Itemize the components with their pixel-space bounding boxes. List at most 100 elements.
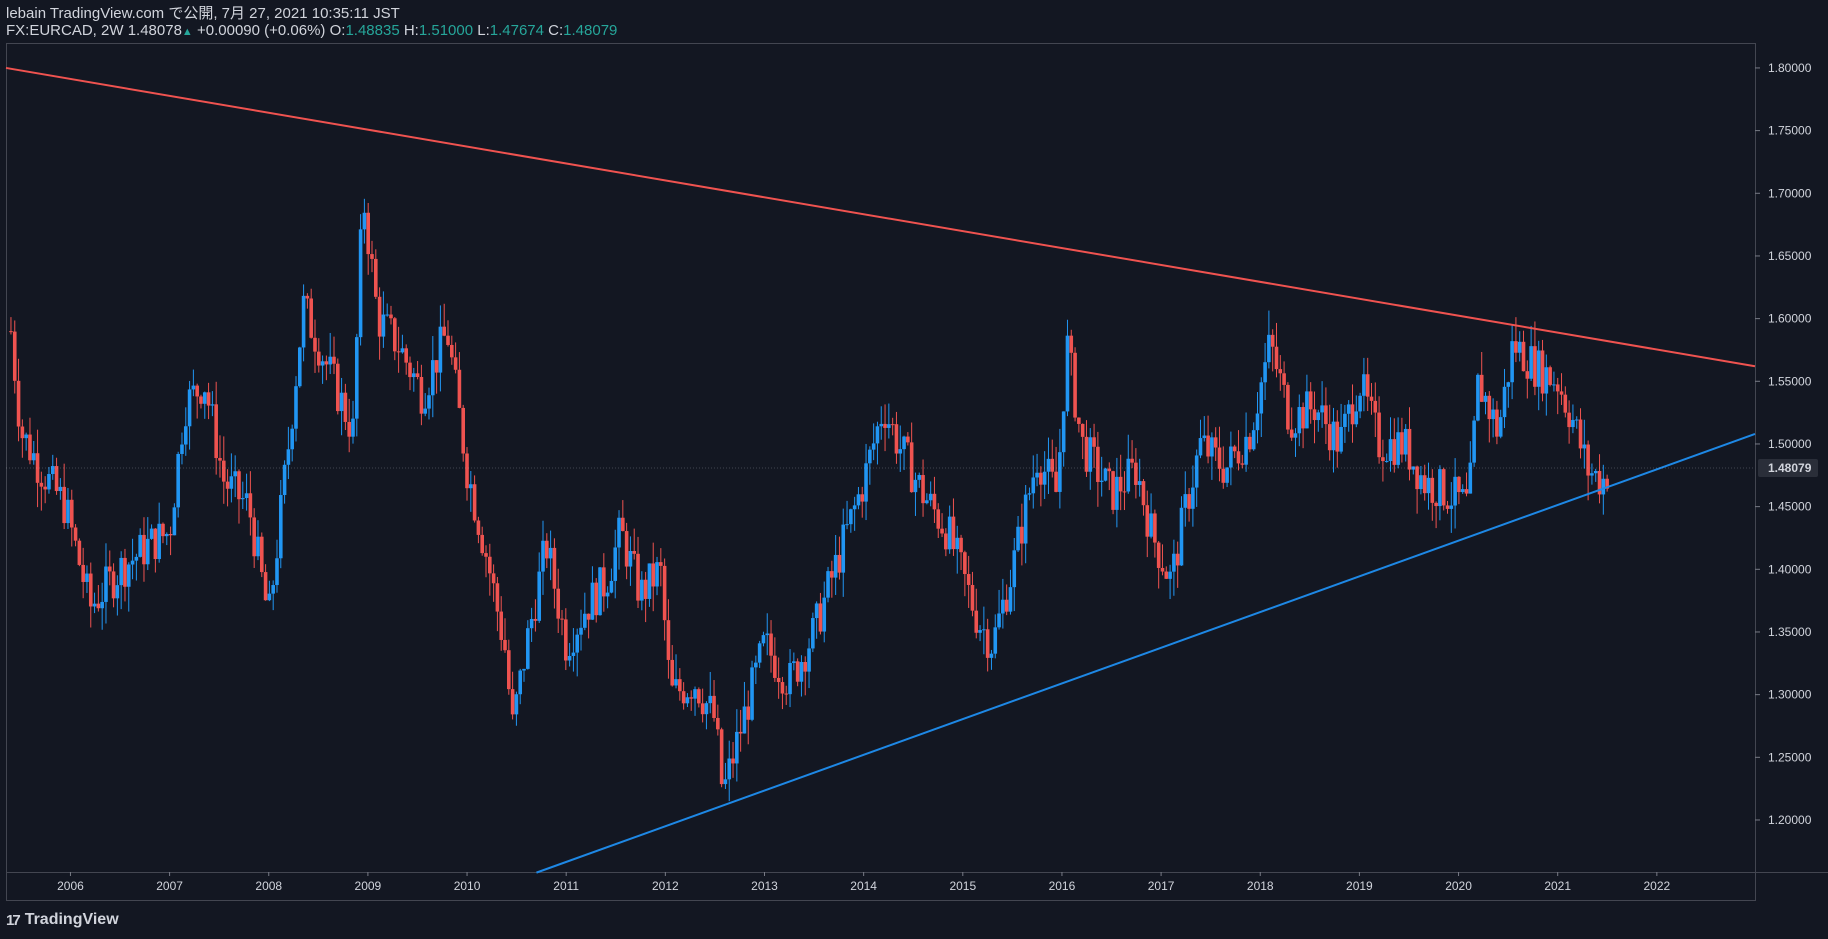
candle-body: [446, 335, 450, 345]
candle-body: [784, 693, 789, 695]
candle-body: [970, 584, 975, 611]
candle-body: [1582, 444, 1587, 449]
candle-body: [503, 639, 507, 651]
candle-body: [624, 531, 629, 567]
candle-body: [814, 603, 819, 619]
year-tick-label: 2012: [652, 879, 679, 893]
candle-body: [157, 523, 161, 560]
candle-body: [1061, 411, 1066, 453]
candle-body: [100, 601, 104, 609]
candle-body: [951, 516, 956, 550]
candle-body: [837, 554, 842, 573]
candle-body: [1251, 430, 1256, 450]
candle-body: [343, 392, 348, 422]
candle-body: [613, 547, 618, 581]
brand-footer[interactable]: 17 TradingView: [6, 911, 119, 929]
candle-body: [259, 536, 264, 573]
candle-body: [495, 583, 500, 612]
candle-body: [153, 528, 158, 560]
candle-body: [982, 629, 986, 631]
candle-body: [1403, 428, 1408, 455]
candle-body: [811, 618, 815, 649]
candle-body: [723, 779, 728, 785]
candle-body: [347, 421, 351, 437]
candle-body: [1308, 391, 1313, 410]
candle-body: [210, 404, 215, 406]
candle-body: [1445, 505, 1450, 509]
candle-body: [1012, 550, 1017, 588]
candle-body: [1270, 334, 1275, 347]
candle-body: [689, 697, 694, 699]
candle-body: [1183, 494, 1188, 508]
year-tick-label: 2009: [355, 879, 382, 893]
candle-body: [1263, 362, 1267, 383]
candle-body: [442, 326, 447, 336]
candle-body: [716, 717, 720, 730]
candle-body: [62, 486, 66, 524]
price-tick-label: 1.40000: [1768, 562, 1812, 576]
candle-body: [602, 567, 606, 597]
candle-body: [662, 565, 667, 621]
candle-body: [488, 556, 492, 574]
candle-body: [1145, 505, 1150, 537]
candle-body: [47, 474, 51, 490]
candle-body: [1533, 346, 1537, 387]
candle-body: [1084, 436, 1089, 472]
candle-body: [868, 449, 872, 464]
candle-body: [921, 475, 925, 504]
candle-body: [738, 731, 743, 734]
candle-body: [894, 424, 899, 454]
candle-body: [134, 556, 139, 561]
candle-body: [252, 517, 256, 557]
candle-body: [579, 627, 583, 635]
candle-body: [795, 661, 800, 682]
candle-body: [1316, 412, 1321, 421]
candle-body: [1217, 447, 1222, 469]
candle-body: [294, 386, 298, 429]
candle-body: [20, 426, 25, 439]
candle-body: [1289, 429, 1294, 438]
candle-body: [678, 679, 682, 692]
candle-body: [609, 580, 614, 593]
candle-body: [381, 314, 386, 337]
year-tick-label: 2021: [1544, 879, 1571, 893]
candle-body: [1099, 480, 1104, 482]
candle-body: [621, 517, 625, 532]
candle-body: [73, 527, 78, 541]
candle-body: [423, 408, 428, 414]
candles-layer: [9, 198, 1609, 802]
price-tick-label: 1.25000: [1768, 750, 1812, 764]
candle-body: [271, 585, 275, 594]
candle-body: [168, 533, 173, 536]
support-trendline: [536, 432, 1756, 874]
candle-body: [1312, 409, 1317, 421]
candle-body: [659, 562, 663, 566]
trendlines-layer: [5, 66, 1756, 874]
candle-body: [1225, 467, 1229, 483]
candle-body: [370, 254, 374, 259]
time-axis[interactable]: 2006 2007 2008 2009 2010 2011 2012 2013 2014 2015…: [57, 872, 1671, 893]
candle-body: [1400, 432, 1404, 455]
candle-body: [643, 579, 648, 599]
candle-body: [332, 356, 336, 364]
candle-body: [655, 562, 659, 587]
candle-body: [438, 326, 443, 373]
candle-body: [199, 396, 203, 404]
candle-body: [1297, 407, 1302, 434]
candle-body: [111, 571, 116, 599]
candle-body: [871, 443, 876, 450]
candle-body: [1506, 382, 1511, 387]
candle-body: [39, 482, 44, 487]
candle-body: [719, 729, 724, 785]
candle-body: [469, 484, 473, 489]
candle-body: [88, 573, 93, 607]
candle-body: [1023, 494, 1028, 544]
candle-body: [978, 630, 982, 633]
candle-body: [879, 423, 884, 427]
candle-body: [860, 494, 865, 502]
candle-body: [533, 618, 538, 621]
price-axis[interactable]: 1.80000 1.75000 1.70000 1.65000 1.60000 1.550…: [1755, 61, 1812, 827]
price-chart[interactable]: 1.80000 1.75000 1.70000 1.65000 1.60000 1.550…: [0, 0, 1828, 939]
candle-body: [149, 528, 154, 539]
candle-body: [176, 453, 180, 508]
